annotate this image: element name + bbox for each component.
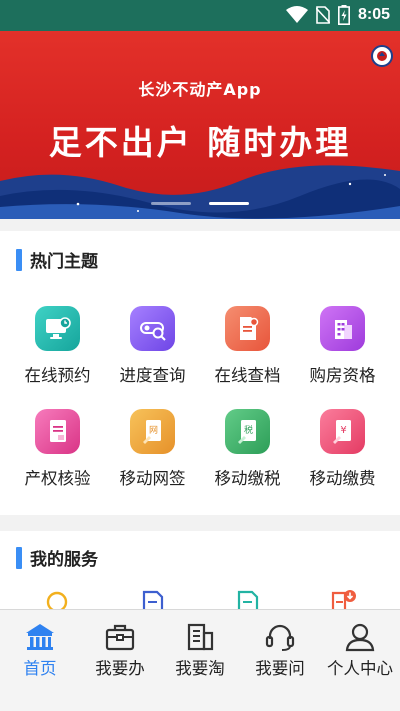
banner-slogan: 足不出户 随时办理 <box>48 123 352 162</box>
building-icon <box>320 306 365 351</box>
hot-topic-title-verification[interactable]: 产权核验 <box>10 409 105 489</box>
carousel-indicators <box>0 202 400 205</box>
tab-home[interactable]: 首页 <box>0 610 80 711</box>
my-services-section: 我的服务 <box>0 531 400 611</box>
wifi-icon <box>285 6 308 23</box>
my-services-row <box>0 589 400 611</box>
hot-topic-mobile-tax[interactable]: 税 移动缴税 <box>200 409 295 489</box>
my-services-title: 我的服务 <box>30 550 98 570</box>
svg-text:¥: ¥ <box>340 425 346 436</box>
search-circle-icon <box>46 591 67 611</box>
tab-label: 我要办 <box>95 659 145 678</box>
hot-topics-section: 热门主题 在线预约 进度查询 在线查档 购房资格 产权核验 网 移动网签 税 移… <box>0 231 400 515</box>
carousel-dot-active[interactable] <box>209 202 249 205</box>
tab-label: 我要问 <box>255 659 305 678</box>
tab-handle[interactable]: 我要办 <box>80 610 160 711</box>
headset-icon <box>265 624 295 651</box>
tab-browse[interactable]: 我要淘 <box>160 610 240 711</box>
hot-topic-label: 购房资格 <box>309 366 376 385</box>
section-accent-bar <box>16 248 22 271</box>
home-icon <box>26 624 54 650</box>
hot-topics-grid: 在线预约 进度查询 在线查档 购房资格 产权核验 网 移动网签 税 移动缴税 ¥… <box>0 306 400 489</box>
section-accent-bar <box>16 546 22 569</box>
download-document-icon <box>331 590 356 611</box>
status-time: 8:05 <box>357 6 390 23</box>
banner-app-name: 长沙不动产App <box>138 80 262 99</box>
hot-topic-label: 产权核验 <box>24 469 91 488</box>
hot-topic-purchase-eligibility[interactable]: 购房资格 <box>295 306 390 386</box>
hot-topics-title: 热门主题 <box>30 252 98 272</box>
hot-topic-label: 移动网签 <box>119 469 186 488</box>
hot-topic-progress-query[interactable]: 进度查询 <box>105 306 200 386</box>
edit-document-icon <box>237 590 258 611</box>
hot-topic-label: 在线预约 <box>24 366 91 385</box>
monitor-clock-icon <box>35 306 80 351</box>
buildings-icon <box>187 623 214 651</box>
certificate-icon <box>35 409 80 454</box>
hot-topic-label: 移动缴税 <box>214 469 281 488</box>
tab-label: 首页 <box>23 659 57 678</box>
carousel-dot[interactable] <box>151 202 191 205</box>
hot-topic-label: 进度查询 <box>119 366 186 385</box>
banner-carousel[interactable]: 长沙不动产App 足不出户 随时办理 <box>0 31 400 219</box>
tab-label: 我要淘 <box>175 659 225 678</box>
section-header: 热门主题 <box>16 247 98 272</box>
svg-text:网: 网 <box>148 425 157 436</box>
hot-topic-online-archive[interactable]: 在线查档 <box>200 306 295 386</box>
hot-topic-mobile-signing[interactable]: 网 移动网签 <box>105 409 200 489</box>
status-bar: 8:05 <box>0 0 400 31</box>
tax-payment-icon: 税 <box>225 409 270 454</box>
service-item[interactable] <box>105 589 200 611</box>
tab-ask[interactable]: 我要问 <box>240 610 320 711</box>
svg-text:税: 税 <box>243 424 252 436</box>
sign-contract-icon: 网 <box>130 409 175 454</box>
person-icon <box>345 623 375 652</box>
battery-charging-icon <box>337 5 350 25</box>
hot-topic-online-booking[interactable]: 在线预约 <box>10 306 105 386</box>
hot-topic-mobile-fee[interactable]: ¥ 移动缴费 <box>295 409 390 489</box>
hot-topic-label: 移动缴费 <box>309 469 376 488</box>
service-item[interactable] <box>200 589 295 611</box>
tab-profile[interactable]: 个人中心 <box>320 610 400 711</box>
tab-label: 个人中心 <box>327 659 393 678</box>
fee-payment-icon: ¥ <box>320 409 365 454</box>
emblem-logo <box>371 45 393 67</box>
hot-topic-label: 在线查档 <box>214 366 281 385</box>
service-item[interactable] <box>10 589 105 611</box>
service-item[interactable] <box>295 589 390 611</box>
progress-search-icon <box>130 306 175 351</box>
bottom-tab-bar: 首页 我要办 我要淘 我要问 个人中心 <box>0 609 400 711</box>
no-sim-icon <box>315 6 330 24</box>
form-icon <box>142 590 163 611</box>
briefcase-icon <box>105 624 135 651</box>
section-header: 我的服务 <box>16 545 98 570</box>
document-search-icon <box>225 306 270 351</box>
